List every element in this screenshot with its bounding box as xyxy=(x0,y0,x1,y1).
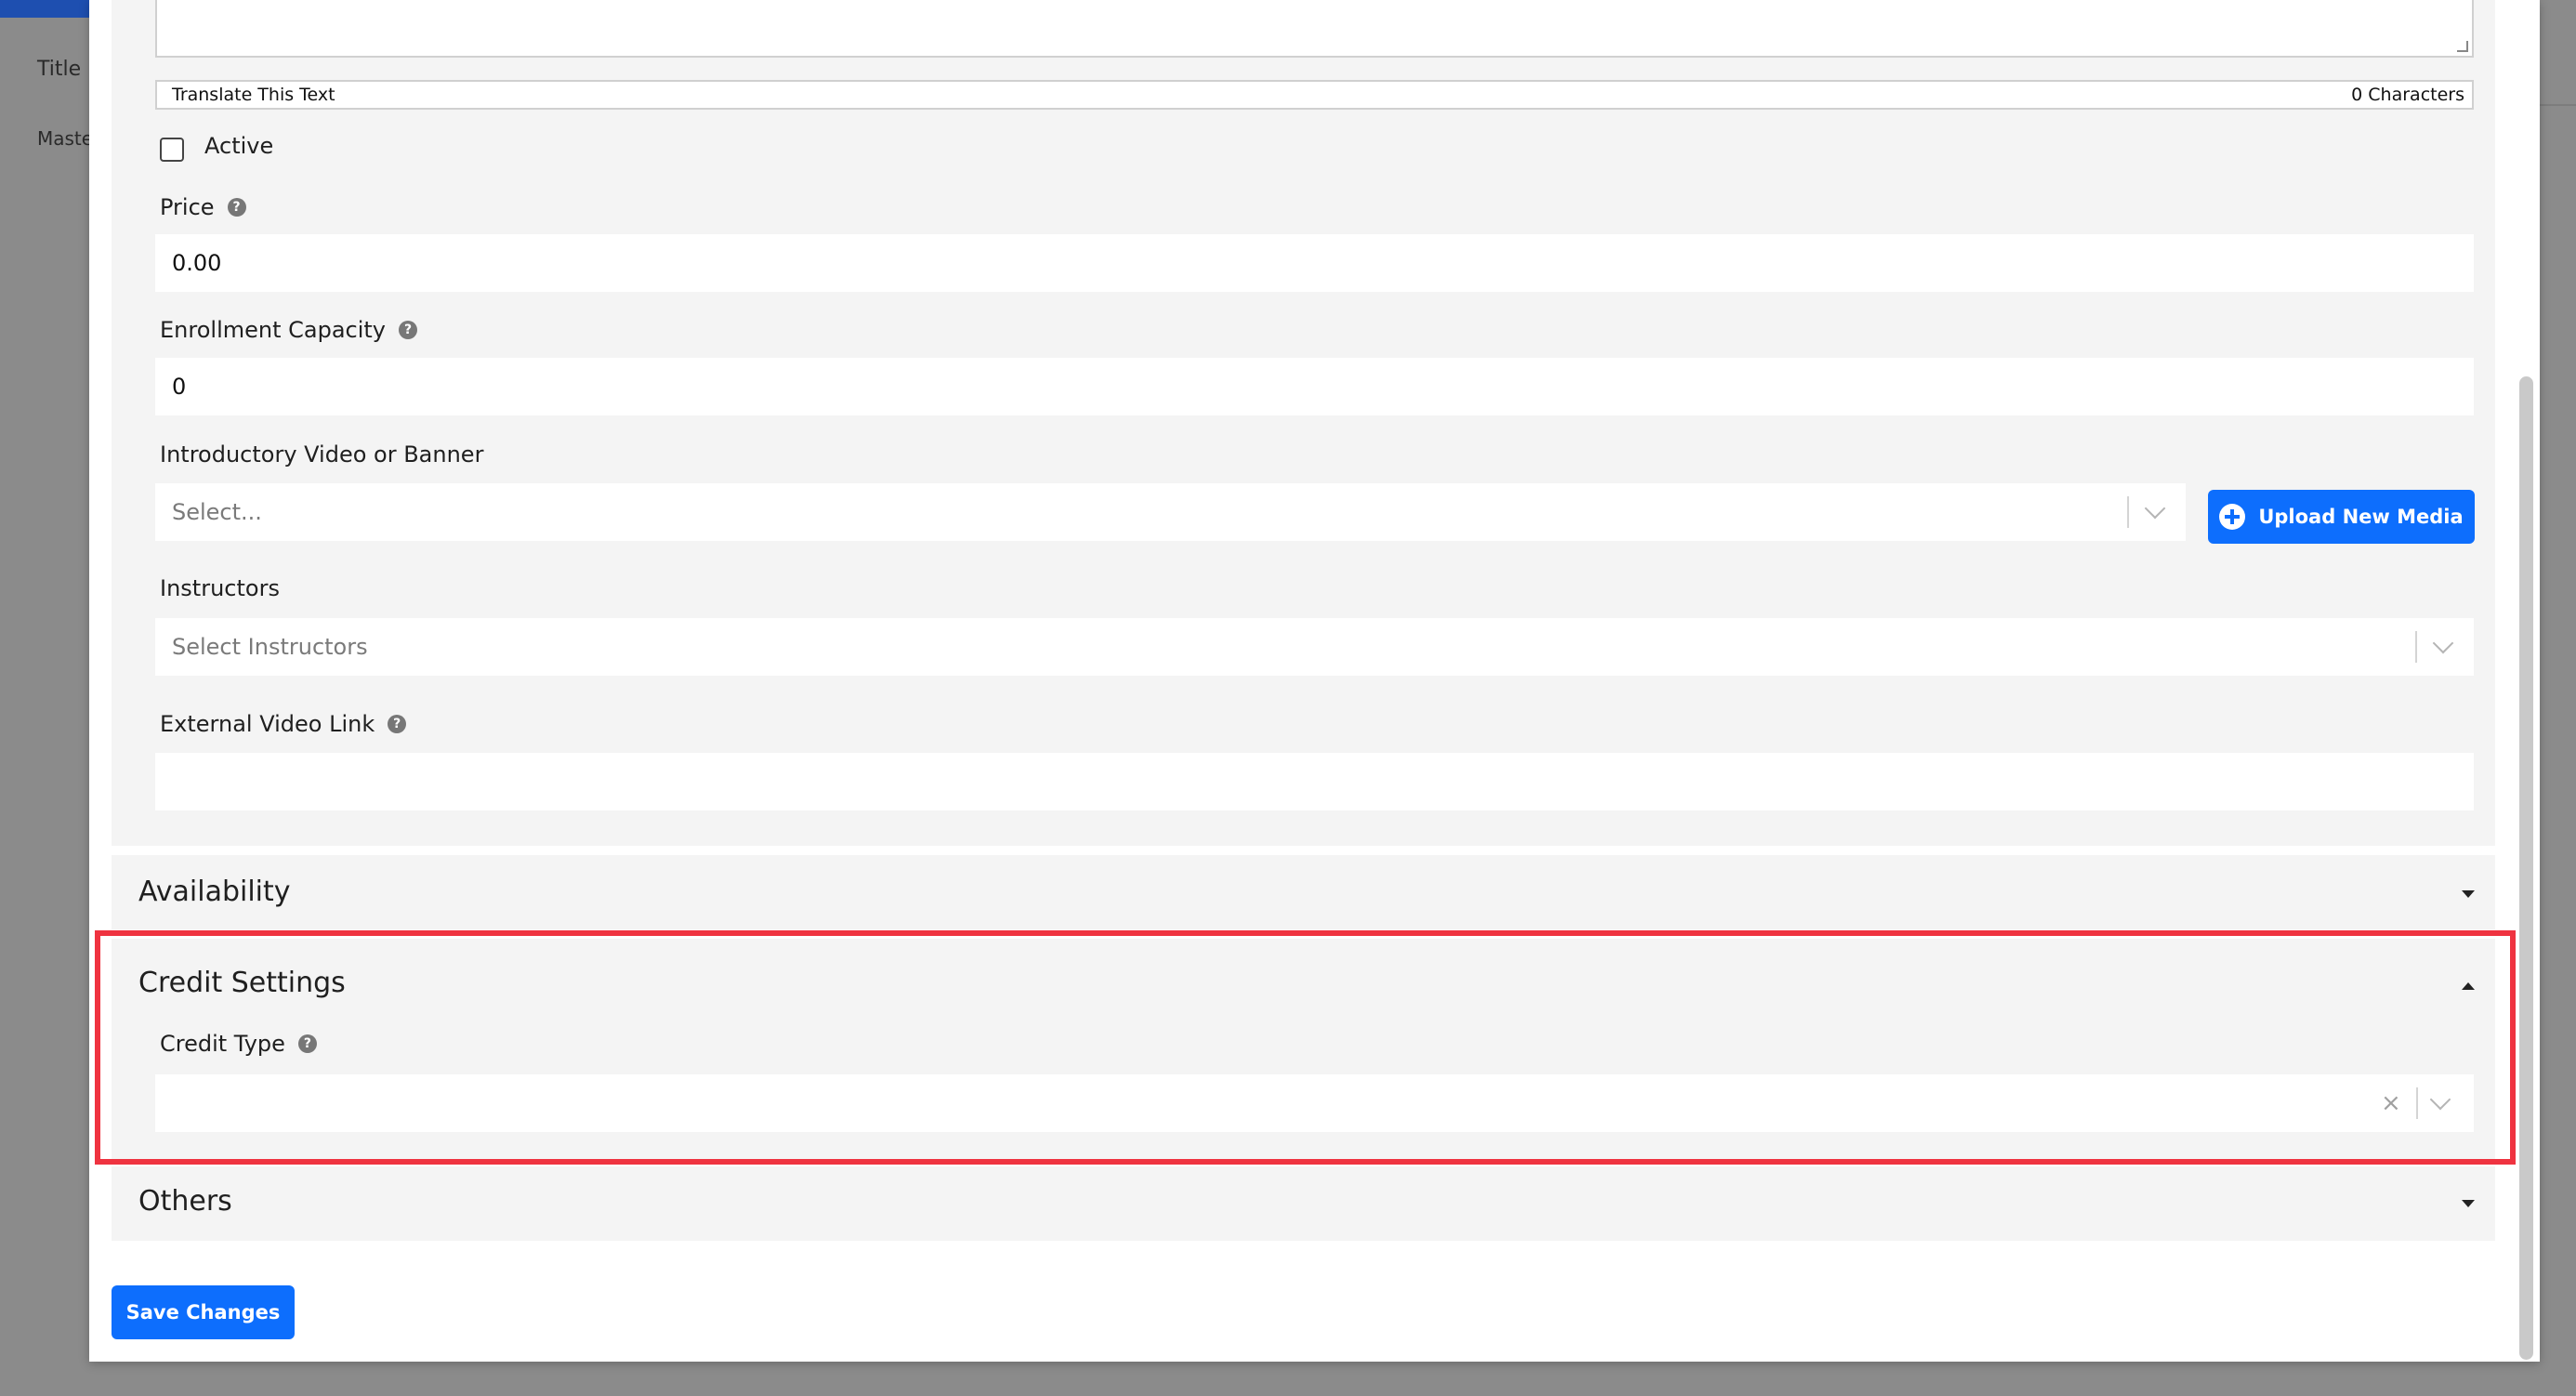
help-icon[interactable]: ? xyxy=(399,321,418,339)
character-count: 0 Characters xyxy=(2351,85,2464,105)
resize-handle-icon[interactable] xyxy=(2457,41,2468,52)
background-header-bar xyxy=(0,0,89,18)
enrollment-capacity-input[interactable]: 0 xyxy=(155,358,2474,415)
textarea-footer: Translate This Text 0 Characters xyxy=(155,80,2474,110)
plus-circle-icon xyxy=(2219,504,2246,530)
background-column-title: Title xyxy=(37,58,82,81)
intro-media-label: Introductory Video or Banner xyxy=(160,441,484,468)
availability-section[interactable]: Availability xyxy=(112,855,2495,929)
select-separator xyxy=(2127,496,2129,528)
instructors-select[interactable]: Select Instructors xyxy=(155,618,2474,676)
select-separator xyxy=(2415,631,2417,663)
general-settings-panel xyxy=(112,0,2495,846)
upload-new-media-button[interactable]: Upload New Media xyxy=(2208,490,2475,544)
save-changes-button[interactable]: Save Changes xyxy=(112,1285,295,1339)
active-checkbox[interactable] xyxy=(160,138,184,162)
others-title: Others xyxy=(138,1185,232,1218)
caret-down-icon[interactable] xyxy=(2462,1200,2475,1207)
instructors-label: Instructors xyxy=(160,575,280,601)
background-row-text: Maste xyxy=(37,127,94,150)
caret-down-icon[interactable] xyxy=(2462,890,2475,898)
chevron-down-icon[interactable] xyxy=(2144,497,2166,520)
help-icon[interactable]: ? xyxy=(388,715,407,733)
availability-title: Availability xyxy=(138,876,291,908)
others-section[interactable]: Others xyxy=(112,1166,2495,1241)
external-video-label: External Video Link ? xyxy=(160,711,407,737)
external-video-input[interactable] xyxy=(155,753,2474,810)
active-label: Active xyxy=(204,133,274,159)
description-textarea[interactable] xyxy=(155,0,2474,58)
price-input[interactable]: 0.00 xyxy=(155,234,2474,292)
credit-settings-highlight xyxy=(95,930,2516,1165)
translate-text-label[interactable]: Translate This Text xyxy=(172,85,335,105)
enrollment-capacity-label: Enrollment Capacity ? xyxy=(160,317,418,343)
price-label: Price ? xyxy=(160,194,246,220)
intro-media-select[interactable]: Select... xyxy=(155,483,2186,541)
modal-scrollbar[interactable] xyxy=(2519,376,2533,1360)
help-icon[interactable]: ? xyxy=(227,198,246,217)
chevron-down-icon[interactable] xyxy=(2432,632,2454,654)
